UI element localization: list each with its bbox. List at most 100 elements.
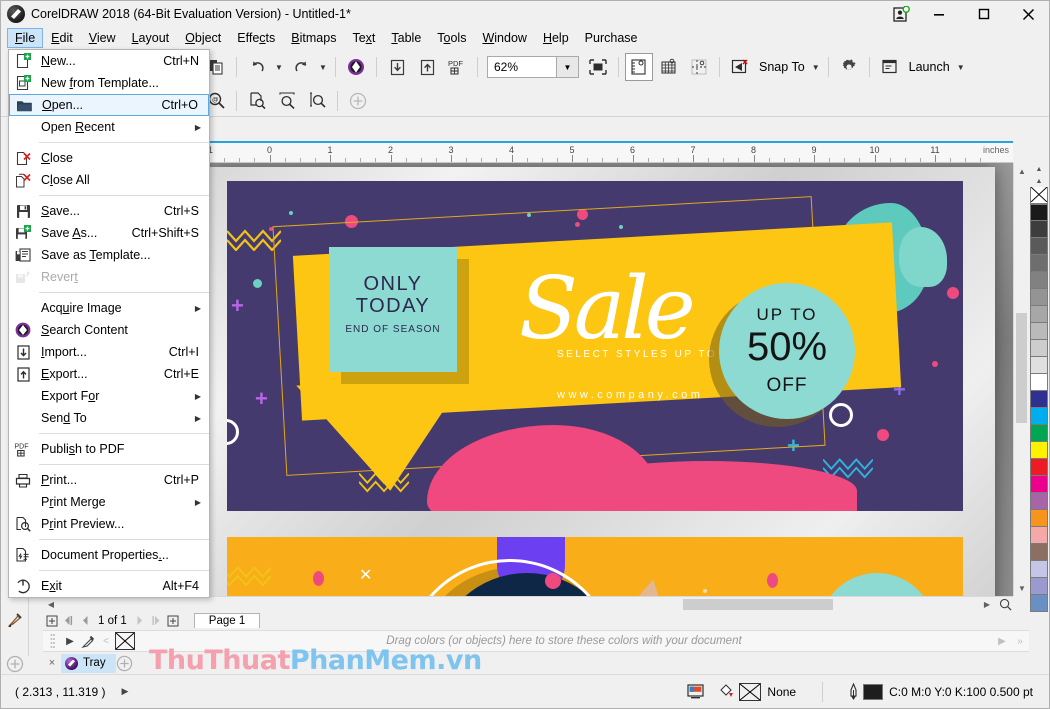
palette-swatch[interactable] <box>1030 340 1048 357</box>
color-proof-icon[interactable] <box>685 682 705 702</box>
fill-none-swatch[interactable] <box>739 682 762 701</box>
redo-dropdown-icon[interactable]: ▼ <box>316 53 330 81</box>
file-menu-item-open[interactable]: Open... Ctrl+O <box>9 94 209 116</box>
palette-swatch[interactable] <box>1030 459 1048 476</box>
file-menu-item-open-recent[interactable]: Open Recent ▶ <box>9 116 209 138</box>
menu-text[interactable]: Text <box>344 28 383 48</box>
vertical-scrollbar[interactable]: ▲ ▼ <box>1013 163 1030 596</box>
launch-dropdown-icon[interactable]: ▼ <box>954 53 968 81</box>
page-tab-page-1[interactable]: Page 1 <box>193 613 261 628</box>
maximize-button[interactable] <box>961 1 1006 27</box>
zoom-to-height-icon[interactable] <box>303 87 331 115</box>
horizontal-scrollbar[interactable]: ◀ ▶ <box>43 596 1013 612</box>
discount-badge[interactable]: UP TO 50% OFF <box>719 283 855 419</box>
insert-page-before-button[interactable] <box>44 613 59 628</box>
palette-swatch[interactable] <box>1030 442 1048 459</box>
file-menu-item-print[interactable]: Print... Ctrl+P <box>9 469 209 491</box>
outline-color-swatch[interactable] <box>863 683 884 700</box>
grid-icon[interactable] <box>655 53 683 81</box>
file-menu-dropdown[interactable]: New... Ctrl+N New from Template... Open... C… <box>8 49 210 598</box>
redo-icon[interactable] <box>287 53 315 81</box>
zoom-to-page-icon[interactable] <box>243 87 271 115</box>
file-menu-item-save-as[interactable]: Save As... Ctrl+Shift+S <box>9 222 209 244</box>
palette-swatch[interactable] <box>1030 289 1048 306</box>
palette-swatch[interactable] <box>1030 527 1048 544</box>
launch-icon[interactable] <box>876 53 904 81</box>
guidelines-icon[interactable] <box>685 53 713 81</box>
close-button[interactable] <box>1006 1 1049 27</box>
search-content-icon[interactable] <box>342 53 370 81</box>
file-menu-item-search-content[interactable]: Search Content <box>9 319 209 341</box>
palette-collapse-icon[interactable]: ▲ <box>1029 175 1049 187</box>
vertical-scroll-thumb[interactable] <box>1016 313 1027 423</box>
status-expand-icon[interactable]: ▶ <box>122 686 129 697</box>
file-menu-item-save[interactable]: Save... Ctrl+S <box>9 200 209 222</box>
file-menu-item-export-for[interactable]: Export For ▶ <box>9 385 209 407</box>
palette-none-swatch[interactable] <box>1030 187 1048 204</box>
tray-tab[interactable]: Tray <box>61 653 116 673</box>
menu-purchase[interactable]: Purchase <box>577 28 646 48</box>
palette-scroll-up-icon[interactable]: ▲ <box>1029 163 1049 175</box>
palette-swatch[interactable] <box>1030 306 1048 323</box>
menu-window[interactable]: Window <box>474 28 534 48</box>
file-menu-item-document-properties[interactable]: Document Properties... <box>9 544 209 566</box>
artwork-banner-2[interactable]: ✕ END OF SEASON UP TO <box>227 537 963 596</box>
palette-swatch[interactable] <box>1030 272 1048 289</box>
zoom-level-combo[interactable]: 62% ▼ <box>487 56 579 78</box>
palette-grip-icon[interactable] <box>43 632 61 650</box>
scroll-up-icon[interactable]: ▲ <box>1014 163 1030 179</box>
file-menu-item-new[interactable]: New... Ctrl+N <box>9 50 209 72</box>
menu-layout[interactable]: Layout <box>124 28 178 48</box>
fill-color-icon[interactable] <box>719 682 739 702</box>
eyedropper-icon[interactable] <box>79 632 97 650</box>
menu-table[interactable]: Table <box>383 28 429 48</box>
palette-swatch[interactable] <box>1030 493 1048 510</box>
menu-file[interactable]: File <box>7 28 44 48</box>
snap-to-label[interactable]: Snap To <box>755 60 809 74</box>
undo-dropdown-icon[interactable]: ▼ <box>272 53 286 81</box>
menu-help[interactable]: Help <box>535 28 577 48</box>
fullscreen-preview-icon[interactable] <box>584 53 612 81</box>
palette-swatch[interactable] <box>1030 238 1048 255</box>
previous-page-button[interactable] <box>78 613 93 628</box>
file-menu-item-import[interactable]: Import... Ctrl+I <box>9 341 209 363</box>
palette-swatch[interactable] <box>1030 357 1048 374</box>
palette-swatch[interactable] <box>1030 374 1048 391</box>
palette-next-icon[interactable]: ▶ <box>993 632 1011 650</box>
palette-expand-icon[interactable]: » <box>1011 632 1029 650</box>
menu-view[interactable]: View <box>81 28 124 48</box>
horizontal-scroll-thumb[interactable] <box>683 599 833 610</box>
document-canvas[interactable]: + + + + + <box>201 163 1013 596</box>
palette-swatch[interactable] <box>1030 204 1048 221</box>
palette-menu-arrow-icon[interactable]: ▶ <box>61 632 79 650</box>
palette-swatch[interactable] <box>1030 391 1048 408</box>
palette-swatch[interactable] <box>1030 425 1048 442</box>
artwork-banner-1[interactable]: + + + + + <box>227 181 963 511</box>
file-menu-item-export[interactable]: Export... Ctrl+E <box>9 363 209 385</box>
outline-pen-icon[interactable] <box>843 682 863 702</box>
file-menu-item-close[interactable]: Close <box>9 147 209 169</box>
only-today-card[interactable]: ONLY TODAY END OF SEASON <box>329 247 457 372</box>
menu-effects[interactable]: Effects <box>229 28 283 48</box>
menu-object[interactable]: Object <box>177 28 229 48</box>
snap-to-dropdown-icon[interactable]: ▼ <box>809 53 823 81</box>
export-icon[interactable] <box>413 53 441 81</box>
import-icon[interactable] <box>383 53 411 81</box>
tray-add-button[interactable] <box>116 655 144 672</box>
tool-eyedropper-icon[interactable] <box>2 607 28 633</box>
file-menu-item-exit[interactable]: Exit Alt+F4 <box>9 575 209 597</box>
palette-swatch[interactable] <box>1030 544 1048 561</box>
file-menu-item-print-merge[interactable]: Print Merge ▶ <box>9 491 209 513</box>
last-page-button[interactable] <box>149 613 164 628</box>
file-menu-item-acquire-image[interactable]: Acquire Image ▶ <box>9 297 209 319</box>
sign-in-account-icon[interactable] <box>886 1 916 27</box>
zoom-level-dropdown-icon[interactable]: ▼ <box>556 57 578 77</box>
menu-bitmaps[interactable]: Bitmaps <box>283 28 344 48</box>
zoom-level-value[interactable]: 62% <box>488 57 556 77</box>
palette-swatch[interactable] <box>1030 595 1048 612</box>
add-icon[interactable] <box>344 87 372 115</box>
tray-close-button[interactable]: × <box>43 657 61 669</box>
menu-tools[interactable]: Tools <box>429 28 474 48</box>
file-menu-item-revert[interactable]: Revert <box>9 266 209 288</box>
menu-edit[interactable]: Edit <box>43 28 81 48</box>
